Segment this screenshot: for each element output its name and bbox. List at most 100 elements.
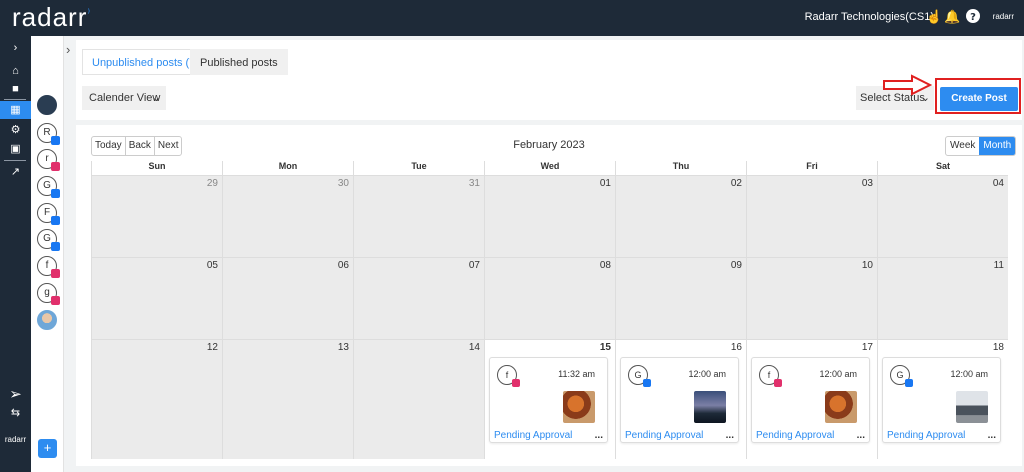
account-initial: G xyxy=(634,370,642,380)
day-cell[interactable]: 30 xyxy=(222,175,353,257)
day-number[interactable]: 07 xyxy=(469,260,480,271)
post-card[interactable]: f 12:00 am Pending Approval... xyxy=(751,357,870,443)
account-avatar-4[interactable]: G xyxy=(37,176,60,198)
swap-icon[interactable]: ⇆ xyxy=(0,404,31,422)
day-number[interactable]: 03 xyxy=(862,178,873,189)
post-status-link[interactable]: Pending Approval xyxy=(494,430,572,441)
day-cell[interactable]: 14 xyxy=(353,339,484,459)
instagram-icon xyxy=(774,379,782,387)
day-number[interactable]: 02 xyxy=(731,178,742,189)
more-options-icon[interactable]: ... xyxy=(857,430,865,441)
calendar-view-dropdown[interactable]: Calender View ⌄ xyxy=(82,86,166,110)
day-cell[interactable]: 16 G 12:00 am Pending Approval... xyxy=(615,339,746,459)
top-bar: radarr⁾ Radarr Technologies(CS1) ☝ 🔔 ? r… xyxy=(0,0,1024,36)
create-post-button[interactable]: Create Post xyxy=(940,87,1018,111)
month-grid: Sun Mon Tue Wed Thu Fri Sat 29 30 31 01 02 03 04 05 06 0… xyxy=(91,161,1009,459)
day-cell[interactable]: 11 xyxy=(877,257,1008,339)
day-cell[interactable]: 08 xyxy=(484,257,615,339)
day-cell[interactable]: 05 xyxy=(91,257,222,339)
day-number[interactable]: 17 xyxy=(862,342,873,353)
help-icon[interactable]: ? xyxy=(966,9,980,25)
hand-pointer-icon[interactable]: ☝ xyxy=(926,9,942,25)
account-avatar-9[interactable] xyxy=(37,310,57,330)
day-number[interactable]: 09 xyxy=(731,260,742,271)
day-cell[interactable]: 18 G 12:00 am Pending Approval... xyxy=(877,339,1008,459)
account-avatar-2[interactable]: R xyxy=(37,123,60,145)
add-account-button[interactable]: + xyxy=(38,439,57,458)
day-number[interactable]: 14 xyxy=(469,342,480,353)
post-status-link[interactable]: Pending Approval xyxy=(887,430,965,441)
post-status-link[interactable]: Pending Approval xyxy=(625,430,703,441)
day-cell[interactable]: 31 xyxy=(353,175,484,257)
day-number[interactable]: 29 xyxy=(207,178,218,189)
account-initial: f xyxy=(505,370,509,380)
day-number[interactable]: 06 xyxy=(338,260,349,271)
calendar-icon[interactable]: ▣ xyxy=(0,140,31,158)
post-card[interactable]: G 12:00 am Pending Approval... xyxy=(620,357,739,443)
account-avatar-1[interactable] xyxy=(37,95,57,115)
day-number[interactable]: 18 xyxy=(993,342,1004,353)
organization-name[interactable]: Radarr Technologies(CS1) xyxy=(805,11,934,23)
post-status-link[interactable]: Pending Approval xyxy=(756,430,834,441)
send-icon[interactable]: ➢ xyxy=(0,386,31,404)
day-number[interactable]: 10 xyxy=(862,260,873,271)
account-avatar-5[interactable]: F xyxy=(37,203,60,225)
account-avatar-6[interactable]: G xyxy=(37,229,60,251)
day-number[interactable]: 01 xyxy=(600,178,611,189)
day-cell[interactable]: 10 xyxy=(746,257,877,339)
bell-icon[interactable]: 🔔 xyxy=(944,9,960,25)
mini-logo: radarr xyxy=(992,12,1014,21)
instagram-icon xyxy=(51,296,60,305)
video-icon[interactable]: ■ xyxy=(0,80,31,98)
tab-published-posts[interactable]: Published posts xyxy=(190,49,288,75)
post-thumbnail[interactable] xyxy=(956,391,988,423)
day-number[interactable]: 31 xyxy=(469,178,480,189)
day-number[interactable]: 11 xyxy=(994,260,1004,271)
more-options-icon[interactable]: ... xyxy=(595,430,603,441)
day-number[interactable]: 16 xyxy=(731,342,742,353)
account-avatar-3[interactable]: r xyxy=(37,149,60,171)
day-cell[interactable]: 15 f 11:32 am Pending Approval... xyxy=(484,339,615,459)
instagram-icon xyxy=(51,269,60,278)
instagram-icon xyxy=(512,379,520,387)
day-cell[interactable]: 12 xyxy=(91,339,222,459)
day-number[interactable]: 12 xyxy=(207,342,218,353)
day-cell[interactable]: 17 f 12:00 am Pending Approval... xyxy=(746,339,877,459)
post-thumbnail[interactable] xyxy=(825,391,857,423)
post-card[interactable]: G 12:00 am Pending Approval... xyxy=(882,357,1001,443)
account-avatar-7[interactable]: f xyxy=(37,256,60,278)
app-logo[interactable]: radarr⁾ xyxy=(12,2,91,33)
posts-header-card: Unpublished posts (7) Published posts Ca… xyxy=(76,40,1022,120)
day-cell[interactable]: 09 xyxy=(615,257,746,339)
week-view-button[interactable]: Week xyxy=(946,137,979,155)
settings-icon[interactable]: ⚙ xyxy=(0,121,31,139)
arrow-right-icon xyxy=(883,74,933,96)
account-avatar-8[interactable]: g xyxy=(37,283,60,305)
day-cell[interactable]: 29 xyxy=(91,175,222,257)
day-number[interactable]: 08 xyxy=(600,260,611,271)
chevron-right-icon[interactable]: › xyxy=(66,42,70,57)
month-view-button[interactable]: Month xyxy=(979,137,1016,155)
post-thumbnail[interactable] xyxy=(563,391,595,423)
day-number[interactable]: 05 xyxy=(207,260,218,271)
day-cell[interactable]: 07 xyxy=(353,257,484,339)
day-cell[interactable]: 01 xyxy=(484,175,615,257)
collapse-panel[interactable]: › xyxy=(64,36,76,472)
day-cell[interactable]: 06 xyxy=(222,257,353,339)
post-card[interactable]: f 11:32 am Pending Approval... xyxy=(489,357,608,443)
day-number[interactable]: 30 xyxy=(338,178,349,189)
day-cell[interactable]: 02 xyxy=(615,175,746,257)
day-number[interactable]: 04 xyxy=(993,178,1004,189)
day-cell[interactable]: 03 xyxy=(746,175,877,257)
day-number[interactable]: 13 xyxy=(338,342,349,353)
day-cell[interactable]: 13 xyxy=(222,339,353,459)
post-thumbnail[interactable] xyxy=(694,391,726,423)
more-options-icon[interactable]: ... xyxy=(988,430,996,441)
home-icon[interactable]: ⌂ xyxy=(0,62,31,80)
day-cell[interactable]: 04 xyxy=(877,175,1008,257)
dashboard-icon[interactable]: ▦ xyxy=(0,101,31,119)
expand-nav-icon[interactable]: › xyxy=(0,39,31,57)
analytics-icon[interactable]: ↗ xyxy=(0,163,31,181)
day-number[interactable]: 15 xyxy=(600,342,611,353)
more-options-icon[interactable]: ... xyxy=(726,430,734,441)
